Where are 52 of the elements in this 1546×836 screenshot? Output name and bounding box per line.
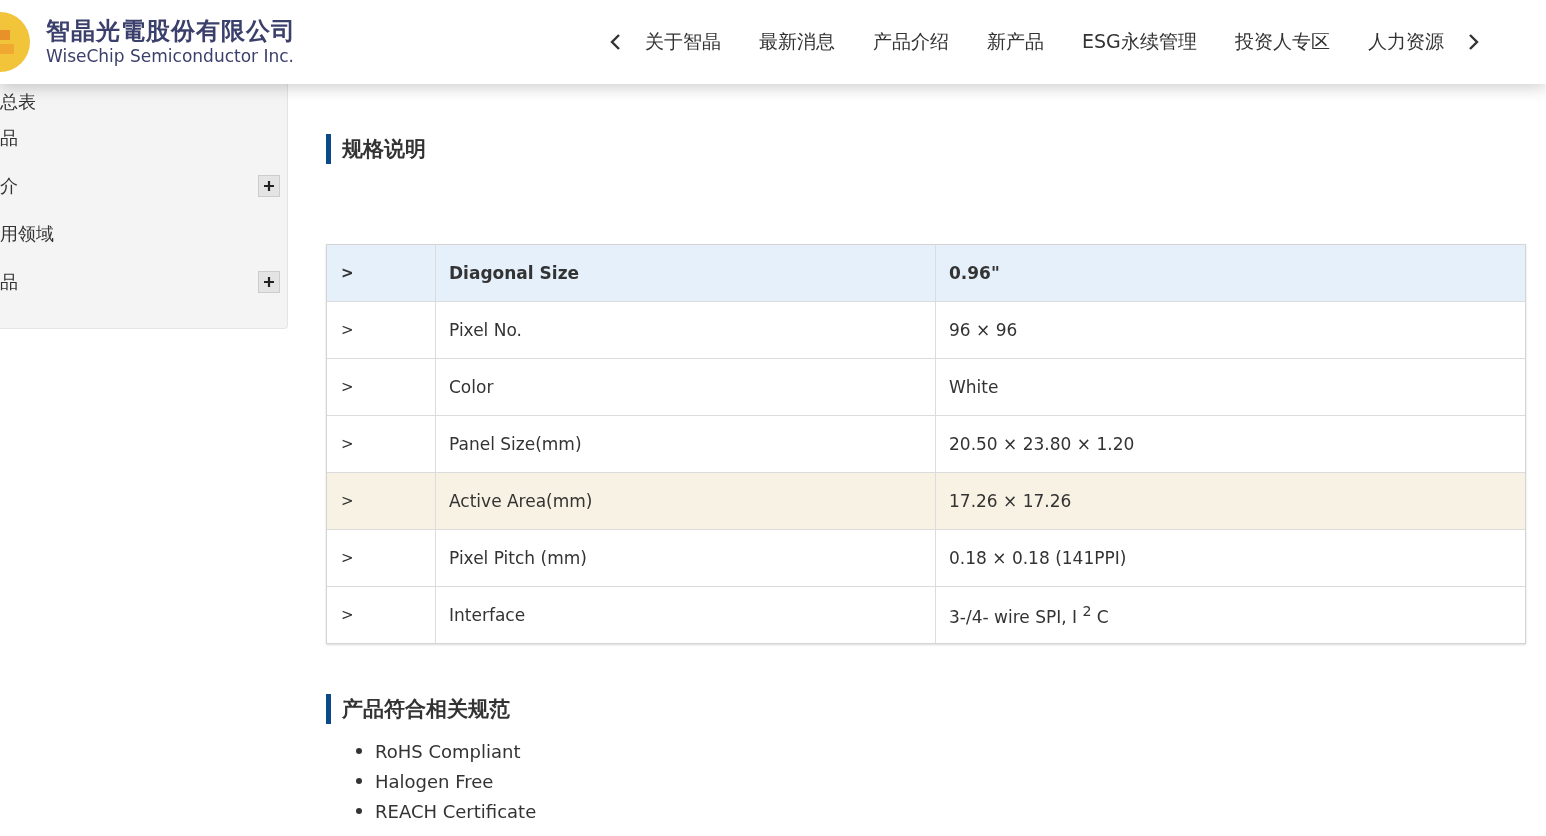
- spec-value: 0.18 × 0.18 (141PPI): [949, 548, 1127, 568]
- spec-name: Diagonal Size: [449, 263, 580, 283]
- expand-plus-icon[interactable]: [258, 175, 280, 197]
- table-row[interactable]: > Diagonal Size 0.96": [327, 245, 1525, 301]
- spec-name: Interface: [449, 605, 526, 625]
- row-arrow: >: [341, 378, 354, 396]
- company-name-english: WiseChip Semiconductor Inc.: [46, 45, 295, 67]
- spec-value: 17.26 × 17.26: [949, 491, 1072, 511]
- sidebar-item[interactable]: 介: [0, 174, 18, 198]
- spec-name: Color: [449, 377, 494, 397]
- nav-link[interactable]: 人力资源: [1348, 29, 1463, 55]
- compliance-item: REACH Certificate: [375, 800, 537, 822]
- row-arrow: >: [341, 264, 354, 282]
- row-arrow: >: [341, 435, 354, 453]
- row-arrow: >: [341, 549, 354, 567]
- spec-value: White: [949, 377, 999, 397]
- row-arrow: >: [341, 321, 354, 339]
- sidebar-item[interactable]: 品: [0, 270, 18, 294]
- section-heading: 规格说明: [326, 134, 1526, 164]
- company-name: 智晶光電股份有限公司: [46, 17, 296, 45]
- spec-value: 3-/4- wire SPI, I $^{2}$ C: [949, 603, 1109, 627]
- row-arrow: >: [341, 606, 354, 624]
- sidebar-item[interactable]: 总表: [0, 90, 36, 114]
- nav-link[interactable]: 关于智晶: [626, 29, 740, 55]
- table-row[interactable]: > Panel Size(mm) 20.50 × 23.80 × 1.20: [327, 415, 1525, 472]
- sidebar-item[interactable]: 用领域: [0, 222, 54, 246]
- nav-link[interactable]: 产品介绍: [854, 29, 968, 55]
- bullet-icon: [356, 778, 362, 784]
- table-row[interactable]: > Color White: [327, 358, 1525, 415]
- table-row[interactable]: > Interface 3-/4- wire SPI, I $^{2}$ C: [327, 586, 1525, 643]
- row-arrow: >: [341, 492, 354, 510]
- table-row[interactable]: > Pixel No. 96 × 96: [327, 301, 1525, 358]
- spec-value: 20.50 × 23.80 × 1.20: [949, 434, 1135, 454]
- sidebar-item[interactable]: 品: [0, 126, 18, 150]
- nav-link[interactable]: 新产品: [968, 29, 1063, 55]
- nav-link[interactable]: 投资人专区: [1215, 29, 1349, 55]
- bullet-icon: [356, 808, 362, 814]
- spec-value: 96 × 96: [949, 320, 1018, 340]
- spec-name: Pixel No.: [449, 320, 522, 340]
- spec-name: Panel Size(mm): [449, 434, 582, 454]
- compliance-item: RoHS Compliant: [375, 740, 521, 762]
- nav-link[interactable]: 最新消息: [740, 29, 854, 55]
- spec-value: 0.96": [949, 263, 1000, 283]
- expand-plus-icon[interactable]: [258, 271, 280, 293]
- spec-name: Active Area(mm): [449, 491, 593, 511]
- bullet-icon: [356, 748, 362, 754]
- spec-name: Pixel Pitch (mm): [449, 548, 587, 568]
- table-row[interactable]: > Active Area(mm) 17.26 × 17.26: [327, 472, 1525, 529]
- table-row[interactable]: > Pixel Pitch (mm) 0.18 × 0.18 (141PPI): [327, 529, 1525, 586]
- section-heading: 产品符合相关规范: [326, 694, 1526, 724]
- compliance-item: Halogen Free: [375, 770, 494, 792]
- nav-link[interactable]: ESG永续管理: [1063, 29, 1216, 55]
